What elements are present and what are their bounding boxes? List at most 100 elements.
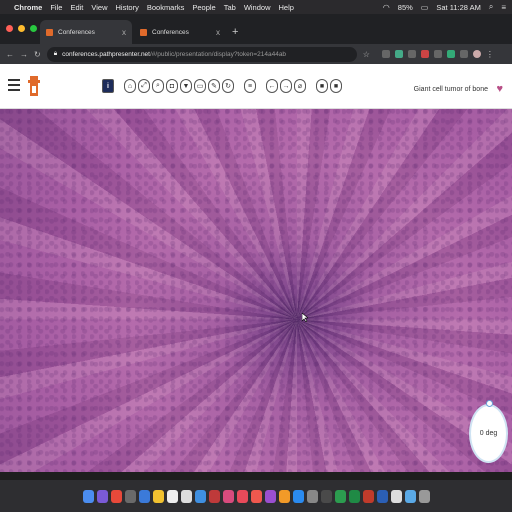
calendar-icon[interactable] bbox=[166, 489, 178, 503]
close-window-button[interactable] bbox=[6, 25, 13, 32]
hamburger-menu-icon[interactable] bbox=[8, 79, 20, 91]
more-menu-icon[interactable]: ⋮ bbox=[486, 50, 494, 59]
extension-icon[interactable] bbox=[381, 50, 390, 58]
system-preferences-icon[interactable] bbox=[306, 489, 318, 503]
arrow-left-icon: ← bbox=[268, 82, 276, 90]
finder-icon[interactable] bbox=[82, 489, 94, 503]
browser-tab[interactable]: Conferences x bbox=[134, 20, 226, 44]
menu-file[interactable]: File bbox=[50, 3, 62, 12]
search-icon[interactable]: ⌕ bbox=[489, 2, 493, 12]
list-button[interactable]: ≡ bbox=[244, 79, 256, 93]
filter-icon: ▼ bbox=[182, 82, 190, 90]
menu-view[interactable]: View bbox=[91, 3, 107, 12]
url-input[interactable]: 🔒︎ conferences.pathpresenter.net/#/publi… bbox=[46, 46, 357, 62]
pathpresenter-logo bbox=[28, 76, 40, 96]
tab-close-icon[interactable]: x bbox=[216, 28, 220, 37]
reminders-icon[interactable] bbox=[180, 489, 192, 503]
filter-button[interactable]: ▼ bbox=[180, 79, 192, 93]
back-icon[interactable]: ← bbox=[6, 50, 14, 59]
photos-icon[interactable] bbox=[222, 489, 234, 503]
zoom-button[interactable]: ⌕ bbox=[152, 79, 164, 93]
rotation-dial[interactable]: 0 deg bbox=[469, 404, 508, 463]
stop-button[interactable]: ■ bbox=[330, 79, 342, 93]
menu-people[interactable]: People bbox=[192, 3, 215, 12]
forward-icon[interactable]: → bbox=[20, 50, 28, 59]
extension-icon[interactable] bbox=[407, 50, 416, 58]
menubar-clock[interactable]: Sat 11:28 AM bbox=[436, 3, 480, 12]
battery-percent[interactable]: 85% bbox=[398, 3, 413, 12]
monitor-icon: ▭ bbox=[196, 83, 204, 90]
news-icon[interactable] bbox=[236, 489, 248, 503]
tab-label: Conferences bbox=[152, 28, 189, 36]
notes-icon[interactable] bbox=[152, 489, 164, 503]
app-store-icon[interactable] bbox=[292, 489, 304, 503]
info-button[interactable]: i bbox=[102, 79, 114, 93]
trash-icon[interactable] bbox=[418, 489, 430, 503]
browser-addressbar: ← → ↻ 🔒︎ conferences.pathpresenter.net/#… bbox=[0, 44, 512, 64]
mail-icon[interactable] bbox=[194, 489, 206, 503]
menu-edit[interactable]: Edit bbox=[70, 3, 83, 12]
menu-bookmarks[interactable]: Bookmarks bbox=[147, 3, 185, 12]
extension-icon[interactable] bbox=[394, 50, 403, 58]
menu-app-name[interactable]: Chrome bbox=[14, 3, 42, 12]
link-button[interactable]: ⌀ bbox=[294, 79, 306, 93]
launchpad-icon[interactable] bbox=[124, 489, 136, 503]
rotation-handle[interactable] bbox=[486, 400, 493, 407]
spotify-icon[interactable] bbox=[334, 489, 346, 503]
menu-list-icon[interactable]: ≡ bbox=[501, 3, 506, 12]
extension-icon[interactable] bbox=[433, 50, 442, 58]
tool-buttons: i ⌂ ⤢ ⌕ ◘ ▼ ▭ ✎ ↻ ≡ ← → ⌀ ■ ■ bbox=[102, 79, 342, 93]
menu-history[interactable]: History bbox=[116, 3, 139, 12]
tab-close-icon[interactable]: x bbox=[122, 28, 126, 37]
folder-icon[interactable] bbox=[404, 489, 416, 503]
tab-label: Conferences bbox=[58, 28, 95, 36]
books-icon[interactable] bbox=[278, 489, 290, 503]
pencil-icon: ✎ bbox=[211, 83, 217, 90]
previous-slide-button[interactable]: ← bbox=[266, 79, 278, 93]
extension-icon[interactable] bbox=[459, 50, 468, 58]
slide-viewer-canvas[interactable] bbox=[0, 109, 512, 472]
extension-icon[interactable] bbox=[420, 50, 429, 58]
next-slide-button[interactable]: → bbox=[280, 79, 292, 93]
word-icon[interactable] bbox=[376, 489, 388, 503]
lock-icon: 🔒︎ bbox=[53, 50, 58, 57]
excel-icon[interactable] bbox=[348, 489, 360, 503]
home-button[interactable]: ⌂ bbox=[124, 79, 136, 93]
utility-icon[interactable] bbox=[320, 489, 332, 503]
camera-record-button[interactable]: ■ bbox=[316, 79, 328, 93]
menu-help[interactable]: Help bbox=[279, 3, 294, 12]
bookmark-star-icon[interactable]: ☆ bbox=[363, 50, 370, 59]
extension-icon[interactable] bbox=[446, 50, 455, 58]
browser-tab-active[interactable]: Conferences x bbox=[40, 20, 132, 44]
tissue-texture bbox=[0, 109, 512, 472]
menu-window[interactable]: Window bbox=[244, 3, 271, 12]
zoom-window-button[interactable] bbox=[30, 25, 37, 32]
macos-dock bbox=[0, 480, 512, 512]
safari-icon[interactable] bbox=[138, 489, 150, 503]
wifi-icon[interactable]: ◠ bbox=[383, 3, 390, 12]
podcasts-icon[interactable] bbox=[264, 489, 276, 503]
url-path: /#/public/presentation/display?token=214… bbox=[149, 50, 287, 58]
fullscreen-button[interactable]: ⤢ bbox=[138, 79, 150, 93]
powerpoint-icon[interactable] bbox=[362, 489, 374, 503]
chrome-icon[interactable] bbox=[110, 489, 122, 503]
list-icon: ≡ bbox=[247, 82, 253, 90]
rotate-button[interactable]: ↻ bbox=[222, 79, 234, 93]
annotate-button[interactable]: ✎ bbox=[208, 79, 220, 93]
photo-booth-icon[interactable] bbox=[208, 489, 220, 503]
menu-tab[interactable]: Tab bbox=[224, 3, 236, 12]
music-icon[interactable] bbox=[250, 489, 262, 503]
home-icon: ⌂ bbox=[127, 82, 133, 90]
screen-button[interactable]: ▭ bbox=[194, 79, 206, 93]
paperclip-icon: ⌀ bbox=[297, 83, 303, 90]
new-tab-button[interactable]: + bbox=[232, 26, 238, 38]
siri-icon[interactable] bbox=[96, 489, 108, 503]
magnifier-icon: ⌕ bbox=[156, 82, 160, 89]
snapshot-button[interactable]: ◘ bbox=[166, 79, 178, 93]
rotate-icon: ↻ bbox=[225, 83, 231, 90]
minimize-window-button[interactable] bbox=[18, 25, 25, 32]
reload-icon[interactable]: ↻ bbox=[34, 50, 41, 59]
document-icon[interactable] bbox=[390, 489, 402, 503]
profile-avatar[interactable] bbox=[472, 50, 481, 58]
battery-icon[interactable]: ▭ bbox=[421, 3, 429, 12]
